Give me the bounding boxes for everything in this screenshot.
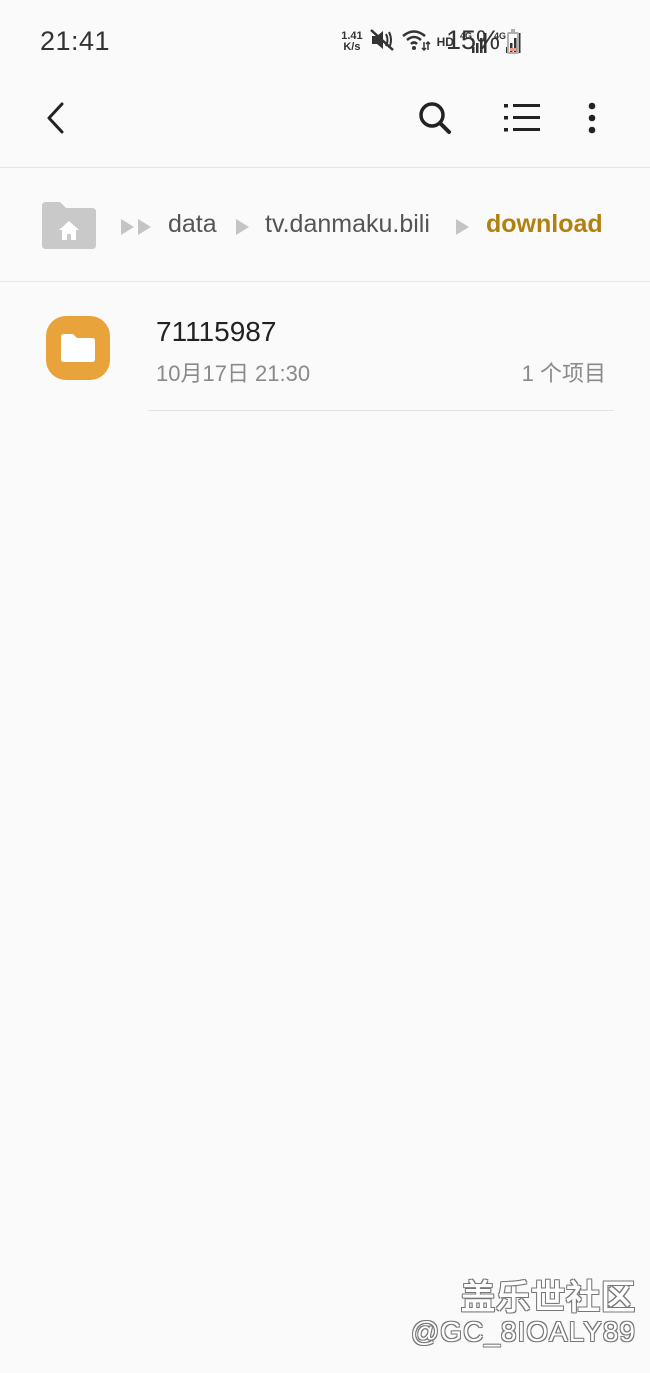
search-button[interactable] <box>407 90 463 146</box>
status-bar: 21:41 1.41 K/s HD 4G 4G 15% <box>0 0 650 84</box>
breadcrumb-separator-icon <box>236 219 250 240</box>
battery-percent: 15% <box>445 25 500 55</box>
search-icon <box>419 102 451 134</box>
back-icon <box>47 102 64 134</box>
item-name: 71115987 <box>156 316 277 347</box>
item-count: 1 个项目 <box>521 361 606 386</box>
battery-fill <box>510 48 516 51</box>
breadcrumb: data tv.danmaku.bili download <box>0 169 650 282</box>
divider <box>148 410 614 411</box>
breadcrumb-separator-icon <box>121 219 153 240</box>
status-time: 21:41 <box>40 26 111 56</box>
toolbar <box>0 84 650 168</box>
wifi-icon <box>401 28 431 57</box>
watermark-user: @GC_8IOALY89 <box>410 1316 636 1347</box>
list-item[interactable]: 71115987 10月17日 21:30 1 个项目 <box>0 283 650 411</box>
back-button[interactable] <box>28 90 84 146</box>
folder-icon <box>46 316 110 380</box>
more-vertical-icon <box>588 102 596 134</box>
more-options-button[interactable] <box>564 90 620 146</box>
home-folder-icon[interactable] <box>40 201 98 251</box>
item-date: 10月17日 21:30 <box>156 361 311 386</box>
battery-icon <box>507 29 519 54</box>
breadcrumb-separator-icon <box>456 219 470 240</box>
breadcrumb-item-data[interactable]: data <box>168 210 217 239</box>
breadcrumb-item-download[interactable]: download <box>486 210 603 239</box>
list-view-button[interactable] <box>494 90 550 146</box>
watermark-title: 盖乐世社区 <box>461 1279 636 1317</box>
net-speed: 1.41 K/s <box>341 31 362 53</box>
list-view-icon <box>504 104 540 132</box>
net-speed-unit: K/s <box>343 41 361 53</box>
breadcrumb-item-tv-danmaku-bili[interactable]: tv.danmaku.bili <box>265 210 430 239</box>
mute-icon <box>369 28 395 57</box>
